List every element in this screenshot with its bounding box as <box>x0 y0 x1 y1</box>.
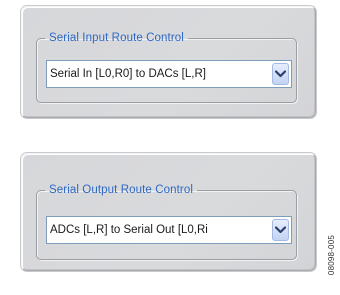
chevron-down-icon[interactable] <box>272 63 289 85</box>
serial-output-route-panel: Serial Output Route Control ADCs [L,R] t… <box>21 153 316 271</box>
serial-input-route-legend: Serial Input Route Control <box>49 32 184 44</box>
serial-output-route-legend: Serial Output Route Control <box>49 184 193 196</box>
serial-input-route-group: Serial Input Route Control Serial In [L0… <box>36 32 297 103</box>
figure-code: 08098-005 <box>327 234 336 275</box>
serial-input-route-panel: Serial Input Route Control Serial In [L0… <box>21 6 316 118</box>
serial-input-route-value: Serial In [L0,R0] to DACs [L,R] <box>50 68 206 80</box>
chevron-down-icon[interactable] <box>272 219 289 241</box>
serial-input-route-select[interactable]: Serial In [L0,R0] to DACs [L,R] <box>46 60 292 88</box>
serial-output-route-select[interactable]: ADCs [L,R] to Serial Out [L0,Ri <box>46 216 292 244</box>
serial-output-route-group: Serial Output Route Control ADCs [L,R] t… <box>36 184 297 260</box>
serial-output-route-value: ADCs [L,R] to Serial Out [L0,Ri <box>50 224 208 236</box>
